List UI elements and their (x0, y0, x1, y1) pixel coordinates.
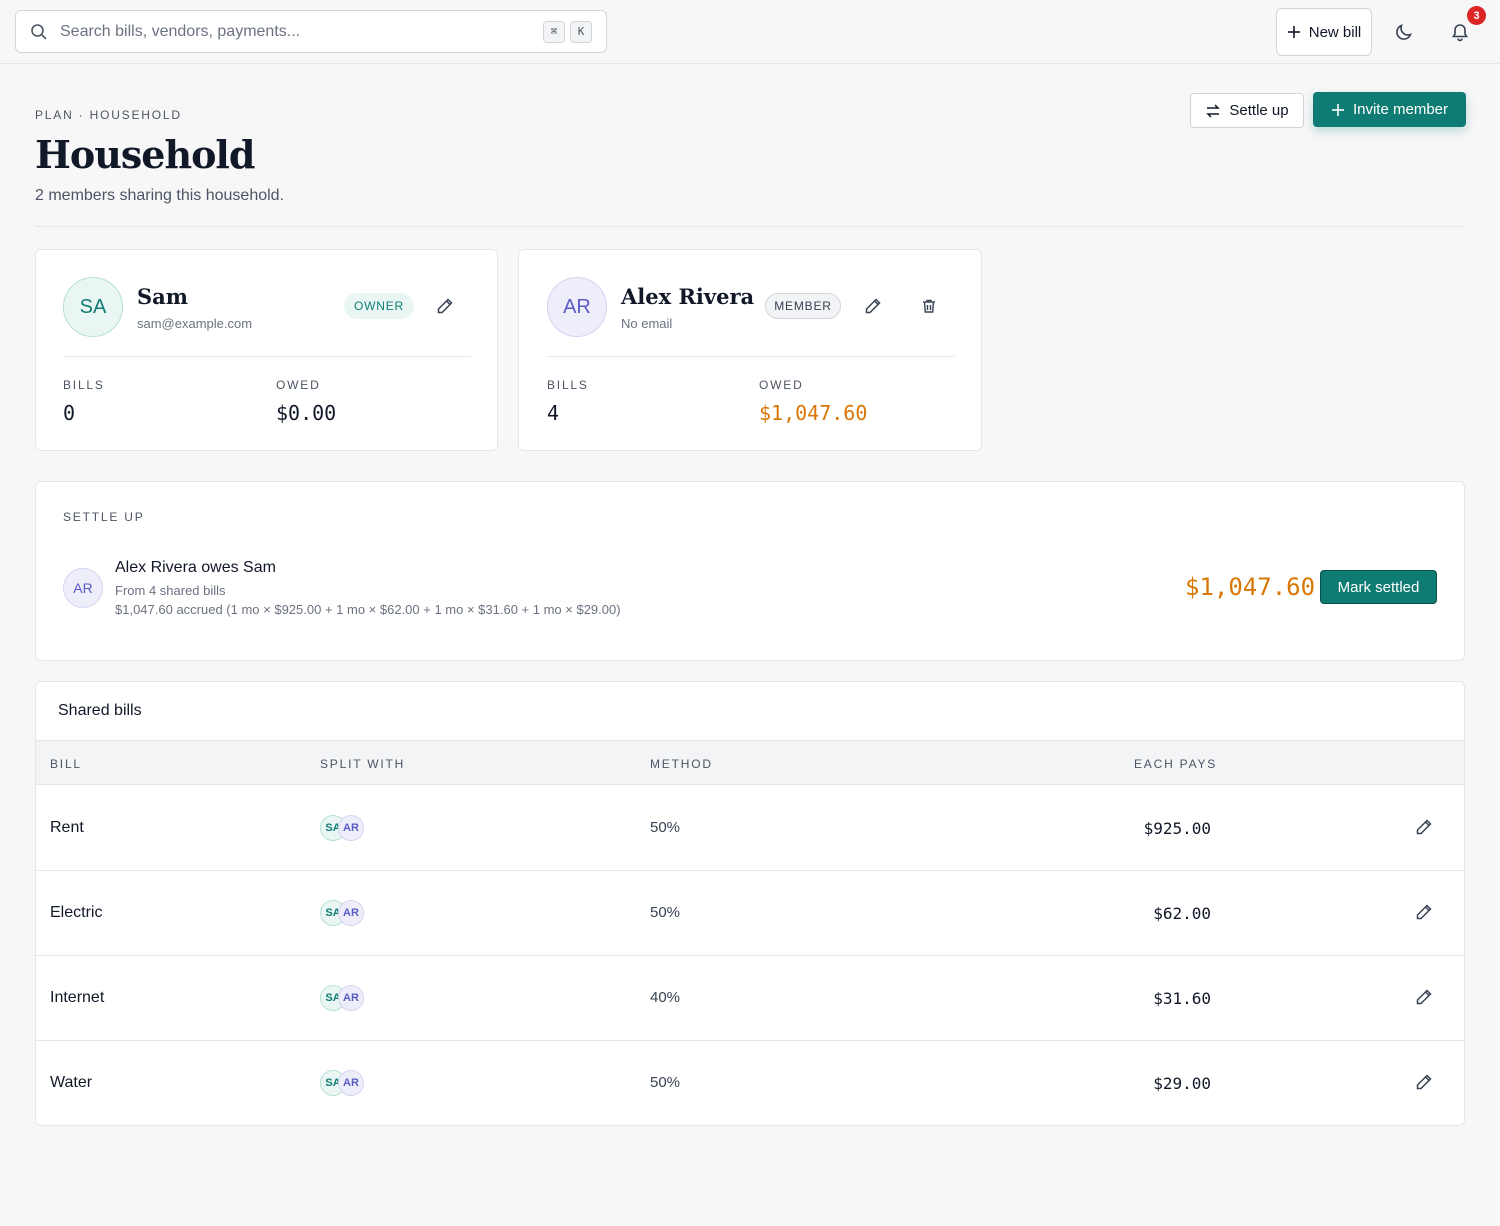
member-email: No email (621, 316, 673, 331)
each-pays-amount: $925.00 (1143, 819, 1211, 838)
trash-icon (921, 298, 937, 314)
column-header-method: METHOD (650, 757, 713, 771)
role-badge: OWNER (344, 293, 414, 319)
bills-label: BILLS (547, 378, 589, 392)
bill-name: Rent (50, 819, 84, 836)
pencil-icon (436, 297, 454, 315)
settlement-amount: $1,047.60 (1185, 573, 1316, 601)
avatar: AR (63, 568, 103, 608)
table-row: Rent SA AR 50% $925.00 (36, 786, 1464, 871)
settlement-title: Alex Rivera owes Sam (115, 559, 276, 576)
table-row: Electric SA AR 50% $62.00 (36, 871, 1464, 956)
theme-toggle-button[interactable] (1388, 16, 1420, 48)
bills-count: 4 (547, 401, 560, 425)
member-name: Sam (137, 284, 188, 309)
member-email: sam@example.com (137, 316, 253, 331)
edit-member-button[interactable] (436, 297, 454, 315)
split-method: 50% (650, 904, 681, 921)
owed-label: OWED (759, 378, 804, 392)
column-header-each-pays: EACH PAYS (1134, 757, 1218, 771)
search-icon (30, 23, 48, 41)
bills-label: BILLS (63, 378, 105, 392)
settlement-breakdown: $1,047.60 accrued (1 mo × $925.00 + 1 mo… (115, 602, 621, 617)
table-header: BILL SPLIT WITH METHOD EACH PAYS (36, 740, 1464, 785)
settle-up-button[interactable]: Settle up (1190, 93, 1304, 128)
pencil-icon (1415, 818, 1433, 838)
avatar: AR (547, 277, 607, 337)
plus-icon (1331, 103, 1345, 117)
swap-icon (1205, 103, 1221, 119)
pencil-icon (1415, 988, 1433, 1008)
member-name: Alex Rivera (621, 284, 755, 309)
each-pays-amount: $29.00 (1153, 1074, 1211, 1093)
table-title: Shared bills (58, 702, 142, 719)
owed-label: OWED (276, 378, 321, 392)
edit-bill-button[interactable] (1415, 818, 1435, 838)
search-input[interactable]: Search bills, vendors, payments... ⌘ K (15, 10, 607, 53)
edit-member-button[interactable] (864, 297, 882, 315)
settle-up-section: SETTLE UP AR Alex Rivera owes Sam From 4… (35, 481, 1465, 661)
each-pays-amount: $31.60 (1153, 989, 1211, 1008)
split-method: 50% (650, 819, 681, 836)
plus-icon (1287, 25, 1301, 39)
each-pays-amount: $62.00 (1153, 904, 1211, 923)
role-badge: MEMBER (765, 293, 841, 319)
header-divider (35, 226, 1465, 227)
owed-amount: $1,047.60 (759, 401, 868, 425)
notification-badge: 3 (1467, 6, 1486, 25)
settle-up-label: Settle up (1229, 102, 1289, 119)
invite-member-button[interactable]: Invite member (1313, 92, 1466, 127)
owed-amount: $0.00 (276, 401, 337, 425)
avatar: AR (338, 1070, 364, 1096)
edit-bill-button[interactable] (1415, 988, 1435, 1008)
breadcrumb: PLAN · HOUSEHOLD (35, 108, 182, 122)
avatar: AR (338, 985, 364, 1011)
moon-icon (1394, 22, 1414, 42)
kbd-k: K (570, 20, 592, 43)
table-row: Internet SA AR 40% $31.60 (36, 956, 1464, 1041)
invite-member-label: Invite member (1352, 101, 1449, 118)
new-bill-button[interactable]: New bill (1276, 8, 1372, 56)
page-subtitle: 2 members sharing this household. (35, 187, 285, 204)
bill-name: Water (50, 1074, 93, 1091)
column-header-split: SPLIT WITH (320, 757, 406, 771)
avatar: AR (338, 900, 364, 926)
kbd-cmd: ⌘ (543, 20, 565, 43)
top-bar: Search bills, vendors, payments... ⌘ K N… (0, 0, 1500, 64)
card-divider (63, 356, 471, 357)
edit-bill-button[interactable] (1415, 903, 1435, 923)
avatar: AR (338, 815, 364, 841)
edit-bill-button[interactable] (1415, 1073, 1435, 1093)
avatar: SA (63, 277, 123, 337)
settlement-source: From 4 shared bills (115, 583, 226, 598)
section-label: SETTLE UP (63, 510, 145, 524)
page-title: Household (35, 132, 255, 177)
card-divider (547, 356, 955, 357)
mark-settled-button[interactable]: Mark settled (1320, 570, 1437, 604)
pencil-icon (1415, 903, 1433, 923)
table-row: Water SA AR 50% $29.00 (36, 1041, 1464, 1126)
member-card-sam: SA Sam sam@example.com OWNER BILLS 0 OWE… (35, 249, 498, 451)
column-header-bill: BILL (50, 757, 82, 771)
pencil-icon (864, 297, 882, 315)
split-method: 50% (650, 1074, 681, 1091)
member-card-alex: AR Alex Rivera No email MEMBER BILLS 4 O… (518, 249, 982, 451)
new-bill-label: New bill (1308, 23, 1362, 41)
split-method: 40% (650, 989, 681, 1006)
pencil-icon (1415, 1073, 1433, 1093)
bell-icon (1450, 22, 1470, 42)
remove-member-button[interactable] (921, 298, 937, 314)
bill-name: Internet (50, 989, 105, 1006)
bill-name: Electric (50, 904, 103, 921)
search-placeholder: Search bills, vendors, payments... (60, 22, 301, 40)
bills-count: 0 (63, 401, 76, 425)
